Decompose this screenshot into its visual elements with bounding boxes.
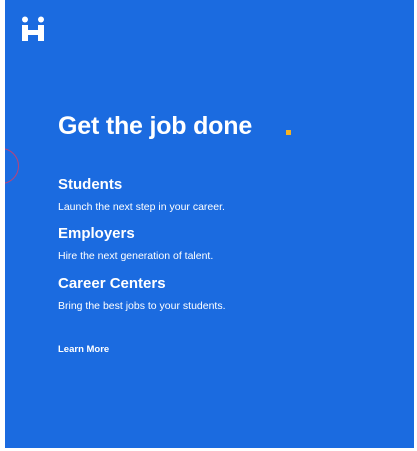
section-career-centers: Career Centers Bring the best jobs to yo… xyxy=(58,275,226,312)
section-students: Students Launch the next step in your ca… xyxy=(58,176,225,213)
learn-more-link[interactable]: Learn More xyxy=(58,344,109,355)
section-title: Employers xyxy=(58,225,135,242)
section-description: Bring the best jobs to your students. xyxy=(58,300,226,312)
page-title: Get the job done xyxy=(58,112,253,140)
decorative-ring xyxy=(5,148,19,184)
section-employers: Employers Hire the next generation of ta… xyxy=(58,225,213,262)
section-title: Students xyxy=(58,176,123,193)
hero-panel: Get the job done Students Launch the nex… xyxy=(5,0,414,448)
section-description: Launch the next step in your career. xyxy=(58,201,225,213)
accent-cursor-icon xyxy=(286,130,291,135)
section-title: Career Centers xyxy=(58,275,166,292)
handshake-logo-icon[interactable] xyxy=(21,16,45,42)
section-description: Hire the next generation of talent. xyxy=(58,250,214,262)
